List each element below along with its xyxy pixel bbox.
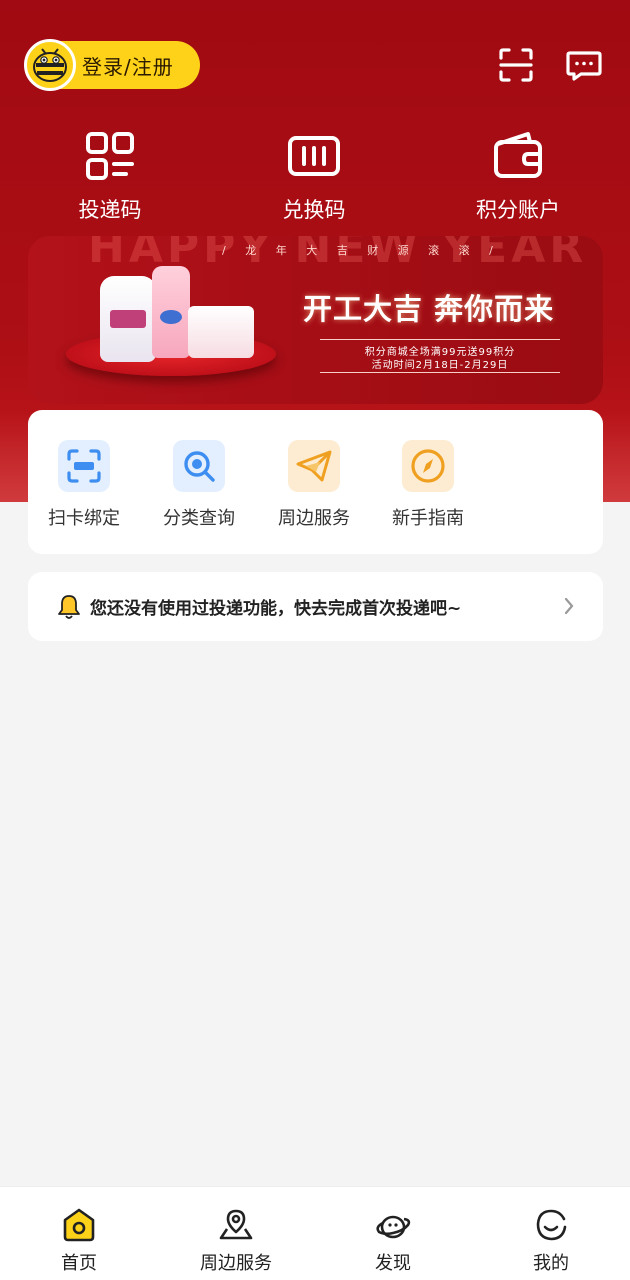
quick-action-label: 兑换码 xyxy=(282,198,346,222)
banner-title: 开工大吉 奔你而来 xyxy=(303,292,555,326)
quick-action-redeem-code[interactable]: 兑换码 xyxy=(244,128,384,224)
quick-action-label: 投递码 xyxy=(78,198,142,222)
search-icon xyxy=(173,440,225,492)
notice-text: 您还没有使用过投递功能，快去完成首次投递吧~ xyxy=(90,599,462,619)
quick-action-label: 积分账户 xyxy=(476,198,560,222)
promo-banner[interactable]: HAPPY NEW YEAR / 龙 年 大 吉 财 源 滚 滚 / 开工大吉 … xyxy=(28,236,603,404)
service-nearby[interactable]: 周边服务 xyxy=(264,440,364,530)
compass-icon xyxy=(402,440,454,492)
service-category-search[interactable]: 分类查询 xyxy=(149,440,249,530)
quick-actions: 投递码 兑换码 积分账户 xyxy=(0,128,630,228)
paper-plane-icon xyxy=(288,440,340,492)
tab-label: 首页 xyxy=(61,1253,97,1274)
profile-icon xyxy=(536,1209,567,1241)
banner-note-date: 活动时间2月18日-2月29日 xyxy=(371,360,509,371)
service-label: 分类查询 xyxy=(163,508,235,529)
tissue-box-image xyxy=(188,306,254,358)
login-button[interactable]: 登录/注册 xyxy=(24,39,200,91)
service-label: 扫卡绑定 xyxy=(48,508,120,529)
ticket-code-icon xyxy=(288,136,340,176)
detergent-bottle-image xyxy=(100,276,156,362)
bottom-tab-bar: 首页 周边服务 发现 我的 xyxy=(0,1186,630,1280)
scan-card-icon xyxy=(58,440,110,492)
home-icon xyxy=(63,1208,95,1242)
bell-icon xyxy=(58,594,80,619)
grid-code-icon xyxy=(86,132,134,180)
services-card: 扫卡绑定 分类查询 周边服务 新手指南 xyxy=(28,410,603,554)
bee-avatar-icon xyxy=(24,39,76,91)
scan-icon[interactable] xyxy=(497,46,535,84)
hand-soap-bottle-image xyxy=(152,266,190,358)
message-icon[interactable] xyxy=(565,46,603,84)
banner-subtitle: / 龙 年 大 吉 财 源 滚 滚 / xyxy=(222,244,501,257)
tab-home[interactable]: 首页 xyxy=(19,1207,139,1275)
login-label: 登录/注册 xyxy=(82,54,174,79)
service-label: 新手指南 xyxy=(392,508,464,529)
tab-label: 我的 xyxy=(533,1253,569,1274)
location-icon xyxy=(219,1209,253,1240)
tab-label: 发现 xyxy=(375,1253,411,1274)
tab-profile[interactable]: 我的 xyxy=(491,1207,611,1275)
wallet-icon xyxy=(494,132,542,178)
service-label: 周边服务 xyxy=(278,508,350,529)
banner-divider xyxy=(320,372,560,373)
quick-action-points-account[interactable]: 积分账户 xyxy=(448,128,588,224)
tab-nearby-services[interactable]: 周边服务 xyxy=(176,1207,296,1275)
quick-action-delivery-code[interactable]: 投递码 xyxy=(40,128,180,224)
discover-icon xyxy=(376,1215,411,1239)
tab-label: 周边服务 xyxy=(200,1253,272,1274)
chevron-right-icon xyxy=(564,597,574,615)
service-scan-card[interactable]: 扫卡绑定 xyxy=(34,440,134,530)
delivery-notice[interactable]: 您还没有使用过投递功能，快去完成首次投递吧~ xyxy=(28,572,603,641)
tab-discover[interactable]: 发现 xyxy=(333,1207,453,1275)
banner-divider xyxy=(320,339,560,340)
service-beginner-guide[interactable]: 新手指南 xyxy=(378,440,478,530)
